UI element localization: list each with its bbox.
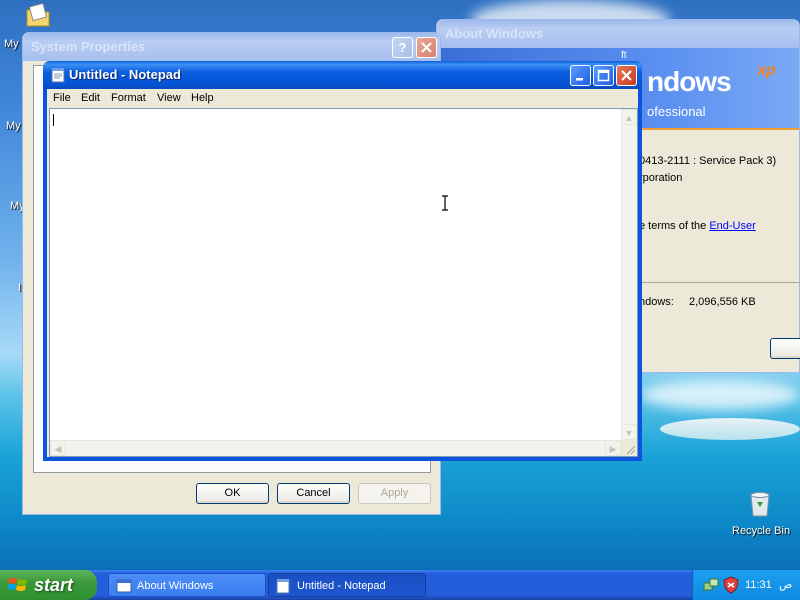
desktop: My My My I Recycle Bin About Windows ft … [0,0,800,570]
banner-edition: ofessional [647,104,706,119]
notepad-titlebar[interactable]: Untitled - Notepad [43,61,642,89]
scroll-up-button[interactable]: ▲ [621,109,637,125]
about-windows-titlebar[interactable]: About Windows [437,20,799,48]
scroll-right-button[interactable]: ▶ [605,440,621,456]
menu-view[interactable]: View [157,92,181,104]
banner-windows-word: ndows [647,66,732,97]
minimize-button[interactable] [570,65,591,86]
banner-small-text: ft [621,50,627,61]
menu-help[interactable]: Help [191,92,214,104]
notepad-icon [276,579,290,594]
menu-file[interactable]: File [53,92,71,104]
desktop-icon-label[interactable]: My [4,38,19,50]
close-button[interactable] [416,37,437,58]
eula-link[interactable]: End-User [709,220,755,232]
help-icon: ? [398,40,407,55]
notepad-client: File Edit Format View Help ▲ ▼ ◀ ▶ [47,89,638,457]
resize-grip-icon[interactable] [621,440,637,456]
text-editor[interactable]: ▲ ▼ ◀ ▶ [49,108,638,457]
horizontal-scrollbar[interactable]: ◀ ▶ [50,440,621,456]
menu-bar: File Edit Format View Help [47,89,638,108]
wallpaper-island [660,418,800,440]
network-icon[interactable] [703,577,719,593]
taskbar-item-notepad[interactable]: Untitled - Notepad [268,573,426,597]
about-divider [639,282,799,283]
scroll-left-button[interactable]: ◀ [50,440,66,456]
help-button[interactable]: ? [392,37,413,58]
memory-label: ndows: [639,296,674,308]
wallpaper-cloud [640,380,800,410]
system-properties-titlebar[interactable]: System Properties [23,33,440,61]
system-tray: 11:31 ص [692,570,800,600]
taskbar-item-about-windows[interactable]: About Windows [108,573,266,597]
close-icon [621,70,632,81]
menu-format[interactable]: Format [111,92,146,104]
banner-xp: xp [757,62,776,79]
recycle-bin-icon[interactable] [746,488,774,518]
task-label: About Windows [137,580,214,592]
clock-suffix: ص [779,579,793,591]
copyright-text: rporation [639,172,683,184]
my-documents-icon[interactable] [24,2,52,30]
window-title: System Properties [31,39,146,54]
ok-button[interactable]: OK [196,483,269,504]
i-beam-cursor-icon [441,195,449,214]
recycle-bin-label[interactable]: Recycle Bin [732,525,790,537]
license-text: e terms of the End-User [639,220,756,232]
vertical-scrollbar[interactable]: ▲ ▼ [621,109,637,440]
close-icon [421,42,432,53]
desktop-icon-label[interactable]: I [18,282,21,294]
task-label: Untitled - Notepad [297,580,386,592]
about-ok-button[interactable] [770,338,800,359]
start-label: start [34,575,74,595]
text-caret [53,114,54,126]
license-prefix: e terms of the [639,220,710,232]
security-shield-icon[interactable] [723,576,739,594]
windows-logo-icon [8,578,27,591]
start-button[interactable]: start [0,570,97,600]
desktop-icon-label[interactable]: My [6,120,21,132]
maximize-button[interactable] [593,65,614,86]
window-title: About Windows [445,26,544,41]
taskbar: start About Windows Untitled - Notepad 1… [0,570,800,600]
menu-edit[interactable]: Edit [81,92,100,104]
window-title: Untitled - Notepad [69,67,181,82]
apply-button: Apply [358,483,431,504]
cancel-button[interactable]: Cancel [277,483,350,504]
clock[interactable]: 11:31 [745,570,772,600]
close-button[interactable] [616,65,637,86]
window-icon [116,579,132,593]
scroll-down-button[interactable]: ▼ [621,424,637,440]
maximize-icon [597,69,610,82]
memory-value: 2,096,556 KB [689,296,756,308]
version-text: 0413-2111 : Service Pack 3) [639,155,777,167]
notepad-icon[interactable] [51,67,65,83]
minimize-icon [576,78,583,81]
notepad-window: Untitled - Notepad File Edit Format View… [43,61,642,461]
